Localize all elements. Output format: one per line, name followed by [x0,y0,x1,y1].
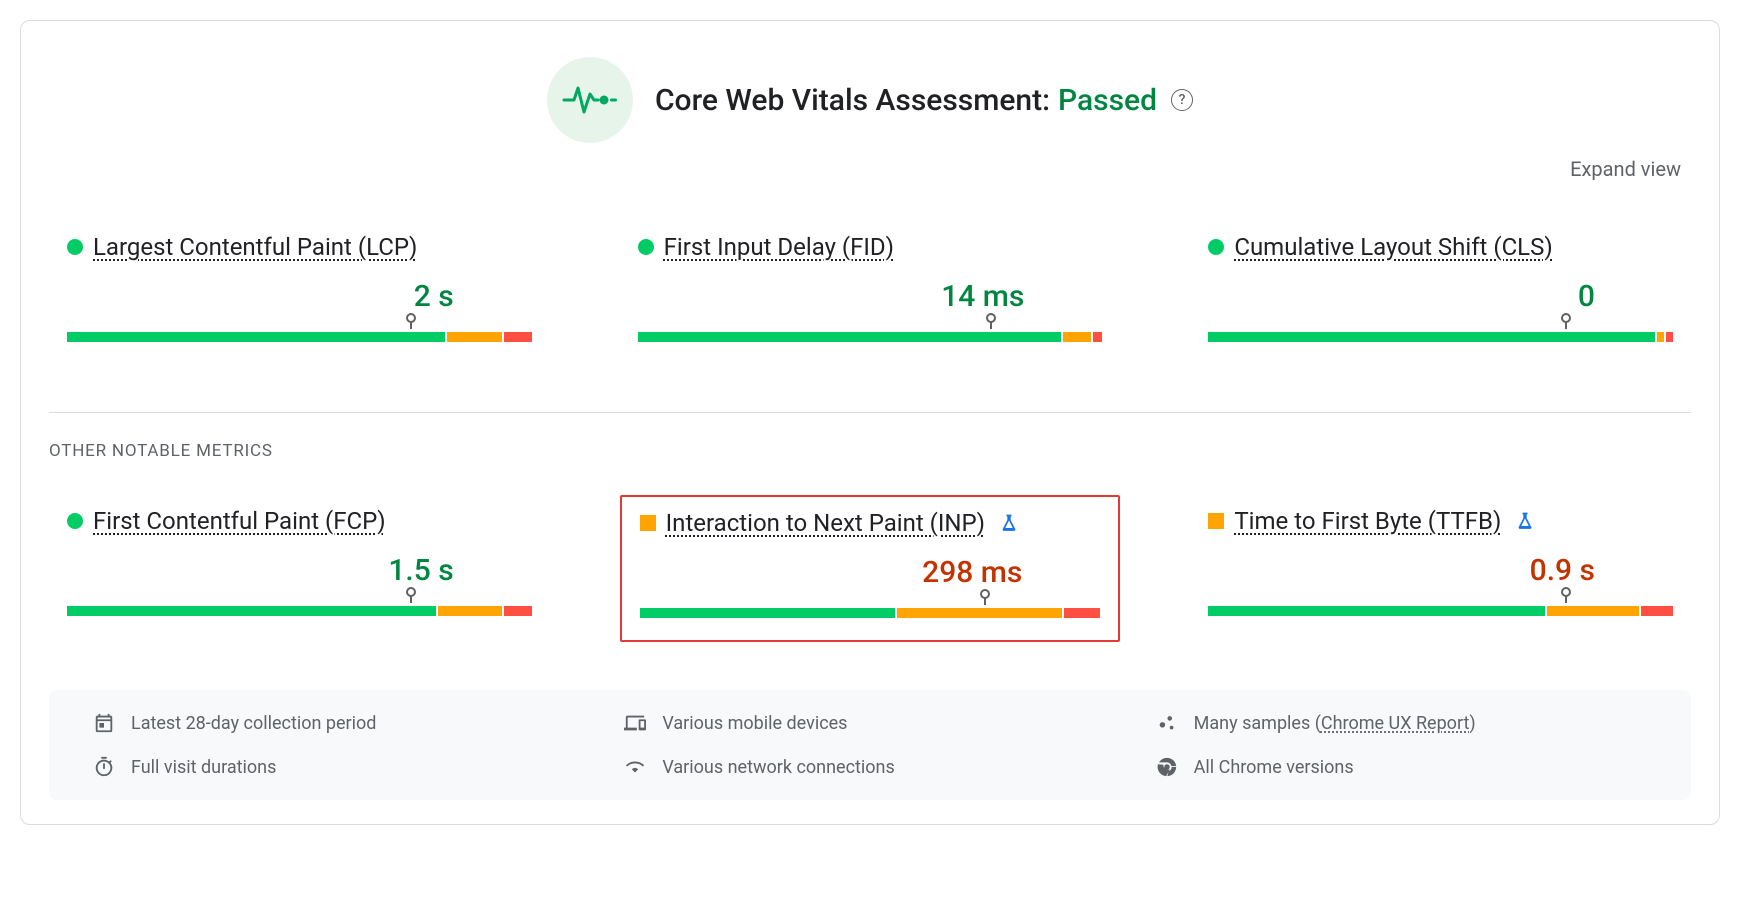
title-prefix: Core Web Vitals Assessment: [655,83,1050,118]
other-metrics-grid: First Contentful Paint (FCP) 1.5 s Inter… [49,495,1691,642]
chrome-icon [1156,756,1178,778]
metric-fcp-bar [67,594,532,616]
metric-fcp-name: First Contentful Paint (FCP) [93,507,386,535]
metric-fid[interactable]: First Input Delay (FID) 14 ms [620,221,1121,364]
core-metrics-grid: Largest Contentful Paint (LCP) 2 s First… [49,221,1691,364]
experimental-flask-icon [999,513,1019,533]
metric-fcp[interactable]: First Contentful Paint (FCP) 1.5 s [49,495,550,642]
metric-ttfb[interactable]: Time to First Byte (TTFB) 0.9 s [1190,495,1691,642]
metric-inp-bar [640,596,1101,618]
footer-mobile-devices: Various mobile devices [624,712,1115,734]
footer-samples: Many samples (Chrome UX Report) [1156,712,1647,734]
marker-icon [406,587,416,597]
metric-cls[interactable]: Cumulative Layout Shift (CLS) 0 [1190,221,1691,364]
status-dot-good [67,239,83,255]
metric-cls-name: Cumulative Layout Shift (CLS) [1234,233,1552,261]
pulse-icon [547,57,633,143]
marker-icon [986,313,996,323]
metric-ttfb-value: 0.9 s [1208,553,1673,588]
footer-info: Latest 28-day collection period Various … [49,690,1691,800]
divider [49,412,1691,413]
other-metrics-label: OTHER NOTABLE METRICS [49,441,1691,461]
metric-lcp-bar [67,320,532,342]
metric-inp-value: 298 ms [640,555,1101,590]
devices-icon [624,712,646,734]
experimental-flask-icon [1515,511,1535,531]
status-dot-good [67,513,83,529]
footer-network: Various network connections [624,756,1115,778]
status-square-needs-improvement [1208,513,1224,529]
expand-view-link[interactable]: Expand view [49,157,1691,181]
marker-icon [406,313,416,323]
metric-cls-value: 0 [1208,279,1673,314]
footer-visit-durations: Full visit durations [93,756,584,778]
metric-inp-name: Interaction to Next Paint (INP) [666,509,985,537]
status-dot-good [1208,239,1224,255]
metric-fid-bar [638,320,1103,342]
marker-icon [980,589,990,599]
status-dot-good [638,239,654,255]
assessment-title: Core Web Vitals Assessment: Passed ? [655,83,1193,118]
metric-ttfb-name: Time to First Byte (TTFB) [1234,507,1501,535]
metric-fcp-value: 1.5 s [67,553,532,588]
cwv-panel: Core Web Vitals Assessment: Passed ? Exp… [20,20,1720,825]
metric-lcp-value: 2 s [67,279,532,314]
footer-collection-period: Latest 28-day collection period [93,712,584,734]
marker-icon [1561,587,1571,597]
stopwatch-icon [93,756,115,778]
help-icon[interactable]: ? [1171,89,1193,111]
metric-fid-value: 14 ms [638,279,1103,314]
scatter-icon [1156,712,1178,734]
crux-report-link[interactable]: Chrome UX Report [1321,713,1469,734]
metric-fid-name: First Input Delay (FID) [664,233,894,261]
calendar-icon [93,712,115,734]
metric-ttfb-bar [1208,594,1673,616]
assessment-header: Core Web Vitals Assessment: Passed ? [49,57,1691,143]
metric-lcp-name: Largest Contentful Paint (LCP) [93,233,417,261]
status-square-needs-improvement [640,515,656,531]
footer-chrome: All Chrome versions [1156,756,1647,778]
metric-lcp[interactable]: Largest Contentful Paint (LCP) 2 s [49,221,550,364]
metric-inp[interactable]: Interaction to Next Paint (INP) 298 ms [620,495,1121,642]
marker-icon [1561,313,1571,323]
metric-cls-bar [1208,320,1673,342]
network-icon [624,756,646,778]
title-status: Passed [1058,83,1157,118]
